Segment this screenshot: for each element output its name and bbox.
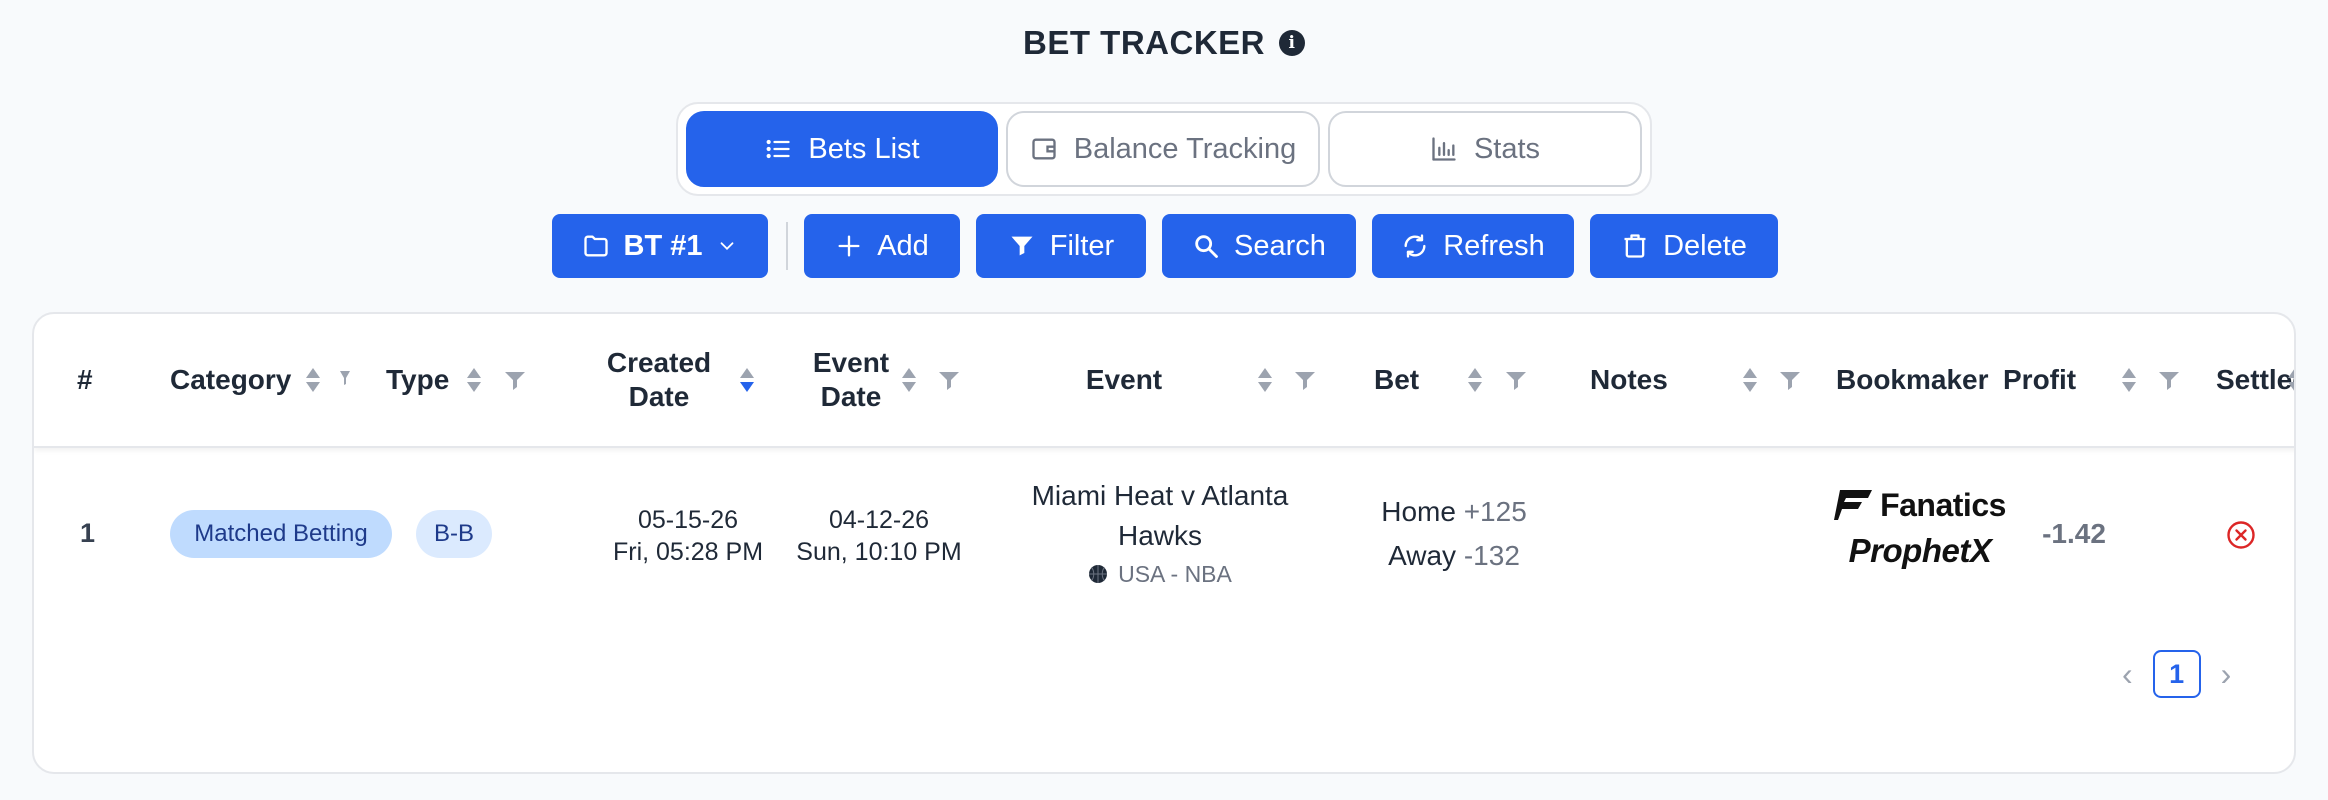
event-cell: Miami Heat v Atlanta Hawks USA - NBA xyxy=(1010,476,1310,592)
tracker-select-label: BT #1 xyxy=(623,229,703,262)
sort-desc-icon[interactable] xyxy=(738,366,756,394)
bar-chart-icon xyxy=(1432,137,1456,161)
created-time: Fri, 05:28 PM xyxy=(612,538,764,566)
created-date: 05-15-26 xyxy=(637,506,739,534)
col-settled[interactable]: Settled xyxy=(2182,363,2294,397)
plus-icon xyxy=(838,235,860,257)
bet-home: Home +125 xyxy=(1354,490,1554,534)
bet-home-odds: +125 xyxy=(1463,496,1527,527)
chevron-down-icon xyxy=(721,242,734,251)
bookmaker-1-name: Fanatics xyxy=(1880,486,2006,523)
tab-label: Bets List xyxy=(808,132,920,165)
bets-table: # Category Type Created Date Event Date … xyxy=(32,312,2296,774)
col-bet[interactable]: Bet xyxy=(1374,363,1419,397)
sort-icon[interactable] xyxy=(900,366,918,394)
funnel-icon[interactable] xyxy=(1779,371,1801,391)
col-category[interactable]: Category xyxy=(170,363,291,397)
page-title: BET TRACKER i xyxy=(0,24,2328,62)
delete-button-label: Delete xyxy=(1663,229,1747,262)
funnel-icon[interactable] xyxy=(1505,371,1527,391)
filter-button-label: Filter xyxy=(1049,229,1115,262)
bet-away-odds: -132 xyxy=(1463,540,1520,571)
sort-icon[interactable] xyxy=(1466,366,1484,394)
funnel-icon[interactable] xyxy=(1294,371,1316,391)
sort-icon[interactable] xyxy=(2120,366,2138,394)
folder-icon xyxy=(583,235,608,257)
refresh-button[interactable]: Refresh xyxy=(1372,214,1574,278)
filter-button[interactable]: Filter xyxy=(976,214,1146,278)
refresh-button-label: Refresh xyxy=(1443,229,1545,262)
tab-label: Balance Tracking xyxy=(1073,132,1297,165)
col-bookmaker: Bookmaker xyxy=(1836,364,1989,395)
refresh-icon xyxy=(1404,234,1426,258)
funnel-icon[interactable] xyxy=(938,371,960,391)
pagination: ‹ 1 › xyxy=(2122,650,2231,698)
search-button-label: Search xyxy=(1234,229,1326,262)
bookmaker-fanatics-logo: Fanatics xyxy=(1800,484,2040,526)
funnel-icon xyxy=(1011,236,1033,256)
trash-icon xyxy=(1624,234,1646,258)
funnel-icon[interactable] xyxy=(2158,371,2180,391)
col-event[interactable]: Event xyxy=(1054,363,1194,397)
col-type[interactable]: Type xyxy=(386,363,449,397)
search-icon xyxy=(1195,235,1218,258)
event-date-cell: 04-12-26 Sun, 10:10 PM xyxy=(784,504,974,568)
col-created-line1: Created xyxy=(606,347,712,378)
prev-page-icon[interactable]: ‹ xyxy=(2122,656,2133,693)
fanatics-flag-icon xyxy=(1834,490,1873,520)
sort-icon[interactable] xyxy=(304,366,322,394)
profit-cell: -1.42 xyxy=(2042,518,2106,549)
event-name-line1: Miami Heat v Atlanta xyxy=(1031,480,1289,511)
page-number-current[interactable]: 1 xyxy=(2152,650,2201,698)
bookmaker-cell: Fanatics ProphetX xyxy=(1800,484,2040,576)
sort-icon[interactable] xyxy=(465,366,483,394)
created-date-cell: 05-15-26 Fri, 05:28 PM xyxy=(584,504,792,568)
add-button-label: Add xyxy=(877,229,929,262)
col-created-line2: Date xyxy=(628,381,690,412)
col-profit[interactable]: Profit xyxy=(2003,363,2076,397)
table-header: # Category Type Created Date Event Date … xyxy=(34,314,2296,448)
bet-home-label: Home xyxy=(1381,496,1456,527)
event-league: USA - NBA xyxy=(1118,561,1232,587)
tab-bets-list[interactable]: Bets List xyxy=(686,111,998,187)
col-notes[interactable]: Notes xyxy=(1590,363,1668,397)
type-badge: B-B xyxy=(416,510,492,558)
event-date: 04-12-26 xyxy=(828,506,930,534)
tab-label: Stats xyxy=(1473,132,1541,165)
tab-balance-tracking[interactable]: Balance Tracking xyxy=(1006,111,1320,187)
tab-stats[interactable]: Stats xyxy=(1328,111,1642,187)
col-num: # xyxy=(77,364,93,395)
bookmaker-prophetx-logo: ProphetX xyxy=(1800,526,2040,576)
page-title-text: BET TRACKER xyxy=(1023,24,1265,61)
sort-icon[interactable] xyxy=(1741,366,1759,394)
toolbar: BT #1 Add Filter Search Refresh Delete xyxy=(552,214,1778,278)
sort-icon[interactable] xyxy=(2286,366,2296,394)
event-name-line2: Hawks xyxy=(1117,520,1202,551)
bet-cell: Home +125 Away -132 xyxy=(1354,490,1554,578)
sort-icon[interactable] xyxy=(1256,366,1274,394)
next-page-icon[interactable]: › xyxy=(2221,656,2232,693)
event-time: Sun, 10:10 PM xyxy=(796,538,962,566)
list-icon xyxy=(766,139,791,159)
col-settled-label: Settled xyxy=(2216,364,2294,395)
bookmaker-2-name: ProphetX xyxy=(1848,532,1992,569)
col-created-date[interactable]: Created Date xyxy=(579,346,739,414)
search-button[interactable]: Search xyxy=(1162,214,1356,278)
funnel-icon[interactable] xyxy=(340,371,350,391)
info-icon[interactable]: i xyxy=(1279,30,1305,56)
event-league-row: USA - NBA xyxy=(1010,556,1310,592)
row-num: 1 xyxy=(80,518,96,548)
bet-away: Away -132 xyxy=(1354,534,1554,578)
add-button[interactable]: Add xyxy=(804,214,960,278)
funnel-icon[interactable] xyxy=(504,371,526,391)
not-settled-icon[interactable] xyxy=(2226,520,2256,550)
basketball-icon xyxy=(1089,565,1108,583)
view-tabs: Bets List Balance Tracking Stats xyxy=(676,102,1652,196)
toolbar-divider xyxy=(786,222,788,270)
category-badge: Matched Betting xyxy=(170,510,392,558)
delete-button[interactable]: Delete xyxy=(1590,214,1778,278)
wallet-icon xyxy=(1032,138,1056,160)
bet-away-label: Away xyxy=(1388,540,1457,571)
tracker-select-button[interactable]: BT #1 xyxy=(552,214,768,278)
